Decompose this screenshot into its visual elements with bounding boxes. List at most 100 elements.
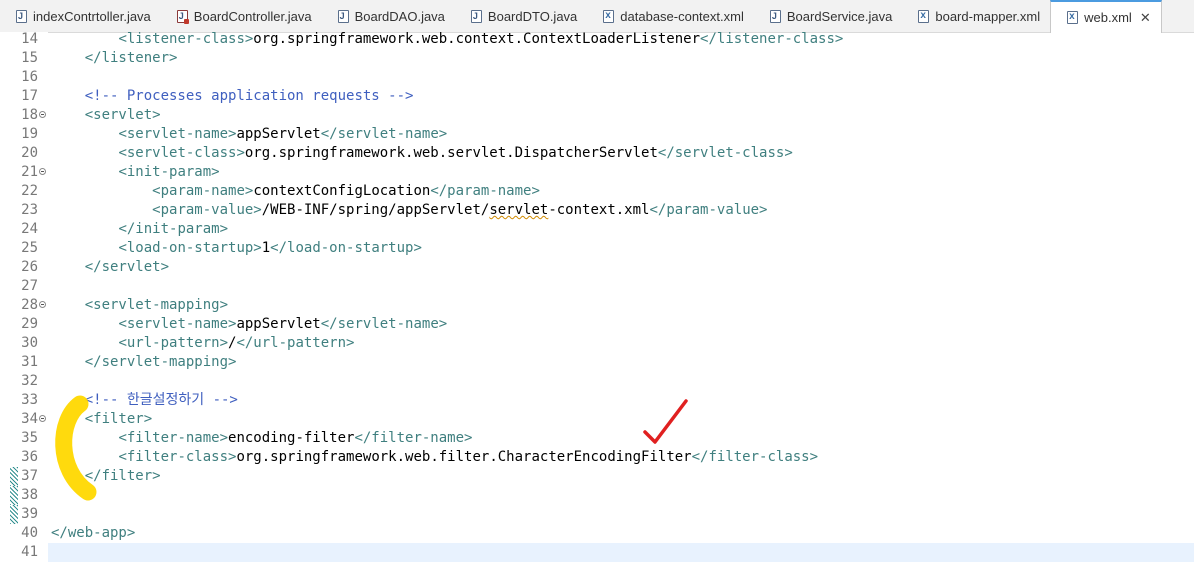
code-editor[interactable]: 14 <listener-class>org.springframework.w… — [0, 30, 1194, 562]
code-line[interactable]: 20 <servlet-class>org.springframework.we… — [0, 144, 1194, 163]
code-line[interactable]: 30 <url-pattern>/</url-pattern> — [0, 334, 1194, 353]
text-token: encoding-filter — [228, 430, 355, 446]
code-text: <url-pattern>/</url-pattern> — [51, 334, 354, 353]
editor-tab-bar: indexContrtoller.java BoardController.jav… — [0, 0, 1194, 33]
code-line[interactable]: 35 <filter-name>encoding-filter</filter-… — [0, 429, 1194, 448]
code-line[interactable]: 28 <servlet-mapping> — [0, 296, 1194, 315]
xml-tag-token: <param-value> — [152, 202, 262, 218]
code-line[interactable]: 18 <servlet> — [0, 106, 1194, 125]
code-text: </init-param> — [51, 220, 228, 239]
close-icon[interactable]: ✕ — [1140, 10, 1151, 26]
xml-file-icon — [918, 9, 930, 23]
line-number: 34 — [21, 411, 38, 427]
xml-tag-token: <url-pattern> — [118, 335, 229, 351]
code-line[interactable]: 41 — [21, 543, 1194, 562]
line-number: 25 — [21, 240, 38, 256]
xml-tag-token: <filter-name> — [118, 430, 229, 446]
code-line[interactable]: 27 — [0, 277, 1194, 296]
tab-web-xml[interactable]: web.xml ✕ — [1050, 0, 1162, 33]
line-number: 38 — [21, 487, 38, 503]
line-number: 19 — [21, 126, 38, 142]
code-text: <filter> — [51, 410, 152, 429]
code-line[interactable]: 16 — [0, 68, 1194, 87]
code-text: <!-- 한글설정하기 --> — [51, 391, 238, 410]
fold-toggle-icon[interactable] — [39, 415, 46, 422]
line-number: 26 — [21, 259, 38, 275]
code-line[interactable]: 19 <servlet-name>appServlet</servlet-nam… — [0, 125, 1194, 144]
code-text: </servlet> — [51, 258, 169, 277]
code-line[interactable]: 34 <filter> — [0, 410, 1194, 429]
code-line[interactable]: 31 </servlet-mapping> — [0, 353, 1194, 372]
text-token: appServlet — [236, 126, 321, 142]
code-line[interactable]: 23 <param-value>/WEB-INF/spring/appServl… — [0, 201, 1194, 220]
code-line[interactable]: 33 <!-- 한글설정하기 --> — [0, 391, 1194, 410]
code-line[interactable]: 25 <load-on-startup>1</load-on-startup> — [0, 239, 1194, 258]
line-number: 15 — [21, 50, 38, 66]
xml-tag-token: </servlet-mapping> — [84, 354, 237, 370]
tab-boarddto-java[interactable]: BoardDTO.java — [455, 0, 587, 32]
xml-tag-token: </init-param> — [118, 221, 229, 237]
code-line[interactable]: 29 <servlet-name>appServlet</servlet-nam… — [0, 315, 1194, 334]
code-line[interactable]: 21 <init-param> — [0, 163, 1194, 182]
comment-token: <!-- 한글설정하기 --> — [84, 392, 238, 408]
code-line[interactable]: 26 </servlet> — [0, 258, 1194, 277]
code-text: </listener> — [51, 49, 178, 68]
line-number: 39 — [21, 506, 38, 522]
code-text: <!-- Processes application requests --> — [51, 87, 414, 106]
java-file-icon — [16, 9, 27, 23]
code-text: </servlet-mapping> — [51, 353, 237, 372]
fold-toggle-icon[interactable] — [39, 111, 46, 118]
tab-boardservice-java[interactable]: BoardService.java — [754, 0, 903, 32]
line-number: 33 — [21, 392, 38, 408]
xml-tag-token: <filter> — [84, 411, 153, 427]
fold-toggle-icon[interactable] — [39, 168, 46, 175]
xml-tag-token: </param-name> — [430, 183, 540, 199]
code-line[interactable]: 40 </web-app> — [0, 524, 1194, 543]
code-line[interactable]: 38 — [0, 486, 1194, 505]
xml-tag-token: <servlet-name> — [118, 126, 237, 142]
fold-toggle-icon[interactable] — [39, 301, 46, 308]
code-text: <load-on-startup>1</load-on-startup> — [51, 239, 421, 258]
xml-tag-token: </listener> — [84, 50, 178, 66]
tab-boardcontroller-java[interactable]: BoardController.java — [161, 0, 322, 32]
code-line[interactable]: 22 <param-name>contextConfigLocation</pa… — [0, 182, 1194, 201]
code-line[interactable]: 39 — [0, 505, 1194, 524]
tab-indexcontrtoller-java[interactable]: indexContrtoller.java — [0, 0, 161, 32]
java-file-icon — [769, 9, 781, 23]
text-token: 1 — [261, 240, 271, 256]
code-line[interactable]: 14 <listener-class>org.springframework.w… — [0, 30, 1194, 49]
code-line[interactable]: 15 </listener> — [0, 49, 1194, 68]
line-number: 20 — [21, 145, 38, 161]
java-controller-file-icon — [176, 9, 189, 24]
text-token: contextConfigLocation — [253, 183, 431, 199]
tab-board-mapper-xml[interactable]: board-mapper.xml — [902, 0, 1050, 32]
code-line[interactable]: 32 — [0, 372, 1194, 391]
tab-label: indexContrtoller.java — [33, 8, 151, 24]
code-text: <servlet-mapping> — [51, 296, 228, 315]
xml-tag-token: <servlet-mapping> — [84, 297, 229, 313]
line-number: 32 — [21, 373, 38, 389]
tab-database-context-xml[interactable]: database-context.xml — [587, 0, 754, 32]
text-token: /WEB-INF/spring/appServlet/ — [261, 202, 490, 218]
code-line[interactable]: 36 <filter-class>org.springframework.web… — [0, 448, 1194, 467]
code-text: <servlet-class>org.springframework.web.s… — [51, 144, 792, 163]
tab-label: BoardDTO.java — [487, 8, 578, 24]
xml-tag-token: <filter-class> — [118, 449, 237, 465]
line-number: 23 — [21, 202, 38, 218]
xml-tag-token: </param-value> — [649, 202, 768, 218]
xml-tag-token: <param-name> — [152, 183, 254, 199]
code-text: <listener-class>org.springframework.web.… — [51, 30, 843, 49]
xml-tag-token: </servlet-name> — [320, 316, 448, 332]
tab-boarddao-java[interactable]: BoardDAO.java — [322, 0, 455, 32]
code-line[interactable]: 17 <!-- Processes application requests -… — [0, 87, 1194, 106]
code-line[interactable]: 24 </init-param> — [0, 220, 1194, 239]
code-line[interactable]: 37 </filter> — [0, 467, 1194, 486]
code-text: <param-name>contextConfigLocation</param… — [51, 182, 540, 201]
